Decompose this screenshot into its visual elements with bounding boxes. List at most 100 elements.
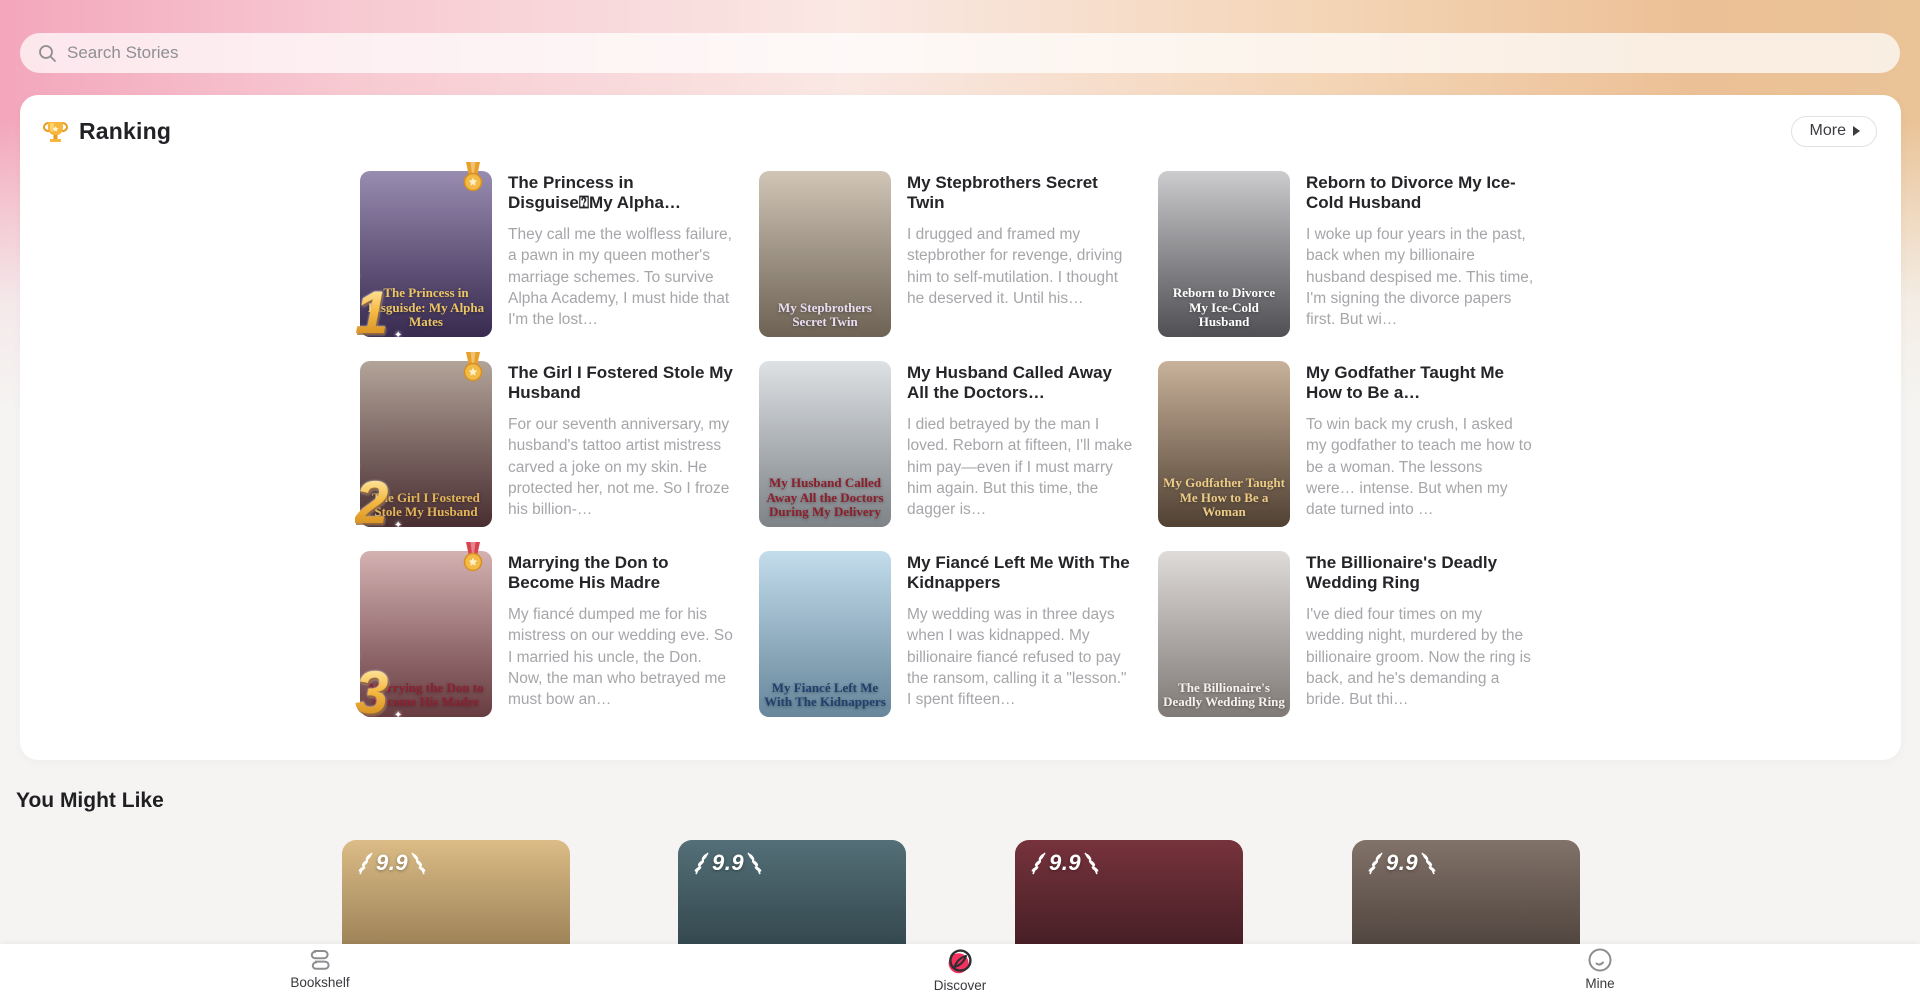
book-description: I died betrayed by the man I loved. Rebo… <box>907 414 1135 521</box>
medal-icon <box>462 162 484 194</box>
sparkle-icon: ✦ <box>394 520 402 531</box>
laurel-right-icon <box>747 850 762 876</box>
search-placeholder: Search Stories <box>67 43 179 63</box>
sparkle-icon: ✦ <box>350 459 361 475</box>
nav-label-bookshelf: Bookshelf <box>290 975 349 990</box>
rating-value: 9.9 <box>1049 850 1081 876</box>
book-text: Reborn to Divorce My Ice-Cold Husband I … <box>1306 171 1534 361</box>
rank-number: 2 <box>355 473 388 533</box>
laurel-left-icon <box>358 850 373 876</box>
sparkle-icon: ✦ <box>394 710 402 721</box>
medal-icon <box>462 542 484 574</box>
rating-badge: 9.9 <box>1368 850 1436 876</box>
nav-tab-mine[interactable]: Mine <box>1545 947 1655 991</box>
book-description: I drugged and framed my stepbrother for … <box>907 224 1135 310</box>
smiley-icon <box>1586 947 1614 975</box>
book-description: They call me the wolfless failure, a paw… <box>508 224 736 331</box>
ranking-section: Ranking More The Princess in Disguisde: … <box>20 95 1901 760</box>
search-input[interactable]: Search Stories <box>20 33 1900 73</box>
trophy-icon <box>42 118 69 145</box>
ranking-book-item[interactable]: Marrying the Don to Become His Madre 3 ✦… <box>360 551 759 741</box>
book-cover: My Stepbrothers Secret Twin <box>759 171 891 337</box>
more-button-label: More <box>1810 122 1846 140</box>
ranking-book-item[interactable]: My Godfather Taught Me How to Be a Woman… <box>1158 361 1557 551</box>
ranking-book-item[interactable]: My Fiancé Left Me With The Kidnappers My… <box>759 551 1158 741</box>
book-text: The Girl I Fostered Stole My Husband For… <box>508 361 736 551</box>
rating-value: 9.9 <box>712 850 744 876</box>
book-cover: The Billionaire's Deadly Wedding Ring <box>1158 551 1290 717</box>
cover-title-text: My Husband Called Away All the Doctors D… <box>764 476 886 520</box>
book-cover-wrap: My Husband Called Away All the Doctors D… <box>759 361 891 527</box>
book-text: The Princess in Disguise⍰My Alpha… They … <box>508 171 736 361</box>
laurel-left-icon <box>1368 850 1383 876</box>
ranking-book-item[interactable]: My Husband Called Away All the Doctors D… <box>759 361 1158 551</box>
ranking-header: Ranking More <box>42 113 1877 149</box>
book-text: My Stepbrothers Secret Twin I drugged an… <box>907 171 1135 361</box>
ranking-book-grid: The Princess in Disguisde: My Alpha Mate… <box>360 171 1557 741</box>
ranking-book-item[interactable]: The Princess in Disguisde: My Alpha Mate… <box>360 171 759 361</box>
book-title: Reborn to Divorce My Ice-Cold Husband <box>1306 173 1534 214</box>
book-cover: My Husband Called Away All the Doctors D… <box>759 361 891 527</box>
rating-value: 9.9 <box>376 850 408 876</box>
sparkle-icon: ✦ <box>350 649 361 665</box>
book-cover: Reborn to Divorce My Ice-Cold Husband <box>1158 171 1290 337</box>
book-title: My Stepbrothers Secret Twin <box>907 173 1135 214</box>
book-text: The Billionaire's Deadly Wedding Ring I'… <box>1306 551 1534 741</box>
rating-value: 9.9 <box>1386 850 1418 876</box>
bookshelf-icon <box>306 947 334 974</box>
ranking-book-item[interactable]: My Stepbrothers Secret Twin My Stepbroth… <box>759 171 1158 361</box>
book-title: My Husband Called Away All the Doctors… <box>907 363 1135 404</box>
laurel-right-icon <box>1084 850 1099 876</box>
book-description: My wedding was in three days when I was … <box>907 604 1135 711</box>
nav-tab-discover[interactable]: Discover <box>905 947 1015 993</box>
book-description: My fiancé dumped me for his mistress on … <box>508 604 736 711</box>
book-title: The Billionaire's Deadly Wedding Ring <box>1306 553 1534 594</box>
nav-tab-bookshelf[interactable]: Bookshelf <box>265 947 375 990</box>
book-cover: My Fiancé Left Me With The Kidnappers <box>759 551 891 717</box>
laurel-right-icon <box>411 850 426 876</box>
search-icon <box>38 44 57 63</box>
book-text: My Fiancé Left Me With The Kidnappers My… <box>907 551 1135 741</box>
book-cover: My Godfather Taught Me How to Be a Woman <box>1158 361 1290 527</box>
medal-icon <box>462 352 484 384</box>
rating-badge: 9.9 <box>358 850 426 876</box>
book-cover-wrap: The Billionaire's Deadly Wedding Ring <box>1158 551 1290 717</box>
book-title: Marrying the Don to Become His Madre <box>508 553 736 594</box>
book-description: To win back my crush, I asked my godfath… <box>1306 414 1534 521</box>
cover-title-text: The Billionaire's Deadly Wedding Ring <box>1163 681 1285 710</box>
book-text: My Godfather Taught Me How to Be a… To w… <box>1306 361 1534 551</box>
laurel-left-icon <box>1031 850 1046 876</box>
book-text: Marrying the Don to Become His Madre My … <box>508 551 736 741</box>
rank-number: 1 <box>355 283 388 343</box>
rating-badge: 9.9 <box>694 850 762 876</box>
cover-title-text: My Godfather Taught Me How to Be a Woman <box>1163 476 1285 520</box>
compass-icon <box>945 947 975 977</box>
ranking-book-item[interactable]: The Girl I Fostered Stole My Husband 2 ✦… <box>360 361 759 551</box>
ranking-section-title: Ranking <box>79 118 171 145</box>
ranking-book-item[interactable]: The Billionaire's Deadly Wedding Ring Th… <box>1158 551 1557 741</box>
cover-title-text: Reborn to Divorce My Ice-Cold Husband <box>1163 286 1285 330</box>
book-cover-wrap: My Fiancé Left Me With The Kidnappers <box>759 551 891 717</box>
bottom-navigation-bar: Bookshelf Discover Mine <box>0 944 1920 993</box>
rating-badge: 9.9 <box>1031 850 1099 876</box>
nav-label-mine: Mine <box>1585 976 1614 991</box>
book-cover-wrap: Marrying the Don to Become His Madre 3 ✦… <box>360 551 492 717</box>
book-text: My Husband Called Away All the Doctors… … <box>907 361 1135 551</box>
book-description: I've died four times on my wedding night… <box>1306 604 1534 711</box>
book-cover-wrap: My Stepbrothers Secret Twin <box>759 171 891 337</box>
book-title: My Fiancé Left Me With The Kidnappers <box>907 553 1135 594</box>
rank-number: 3 <box>355 663 388 723</box>
book-cover-wrap: The Girl I Fostered Stole My Husband 2 ✦… <box>360 361 492 527</box>
book-cover-wrap: Reborn to Divorce My Ice-Cold Husband <box>1158 171 1290 337</box>
more-button[interactable]: More <box>1791 116 1877 147</box>
book-title: The Princess in Disguise⍰My Alpha… <box>508 173 736 214</box>
ranking-book-item[interactable]: Reborn to Divorce My Ice-Cold Husband Re… <box>1158 171 1557 361</box>
book-description: I woke up four years in the past, back w… <box>1306 224 1534 331</box>
book-cover-wrap: My Godfather Taught Me How to Be a Woman <box>1158 361 1290 527</box>
chevron-right-icon <box>1853 126 1860 136</box>
cover-title-text: My Stepbrothers Secret Twin <box>764 301 886 330</box>
book-cover-wrap: The Princess in Disguisde: My Alpha Mate… <box>360 171 492 337</box>
book-title: The Girl I Fostered Stole My Husband <box>508 363 736 404</box>
sparkle-icon: ✦ <box>394 330 402 341</box>
book-description: For our seventh anniversary, my husband'… <box>508 414 736 521</box>
